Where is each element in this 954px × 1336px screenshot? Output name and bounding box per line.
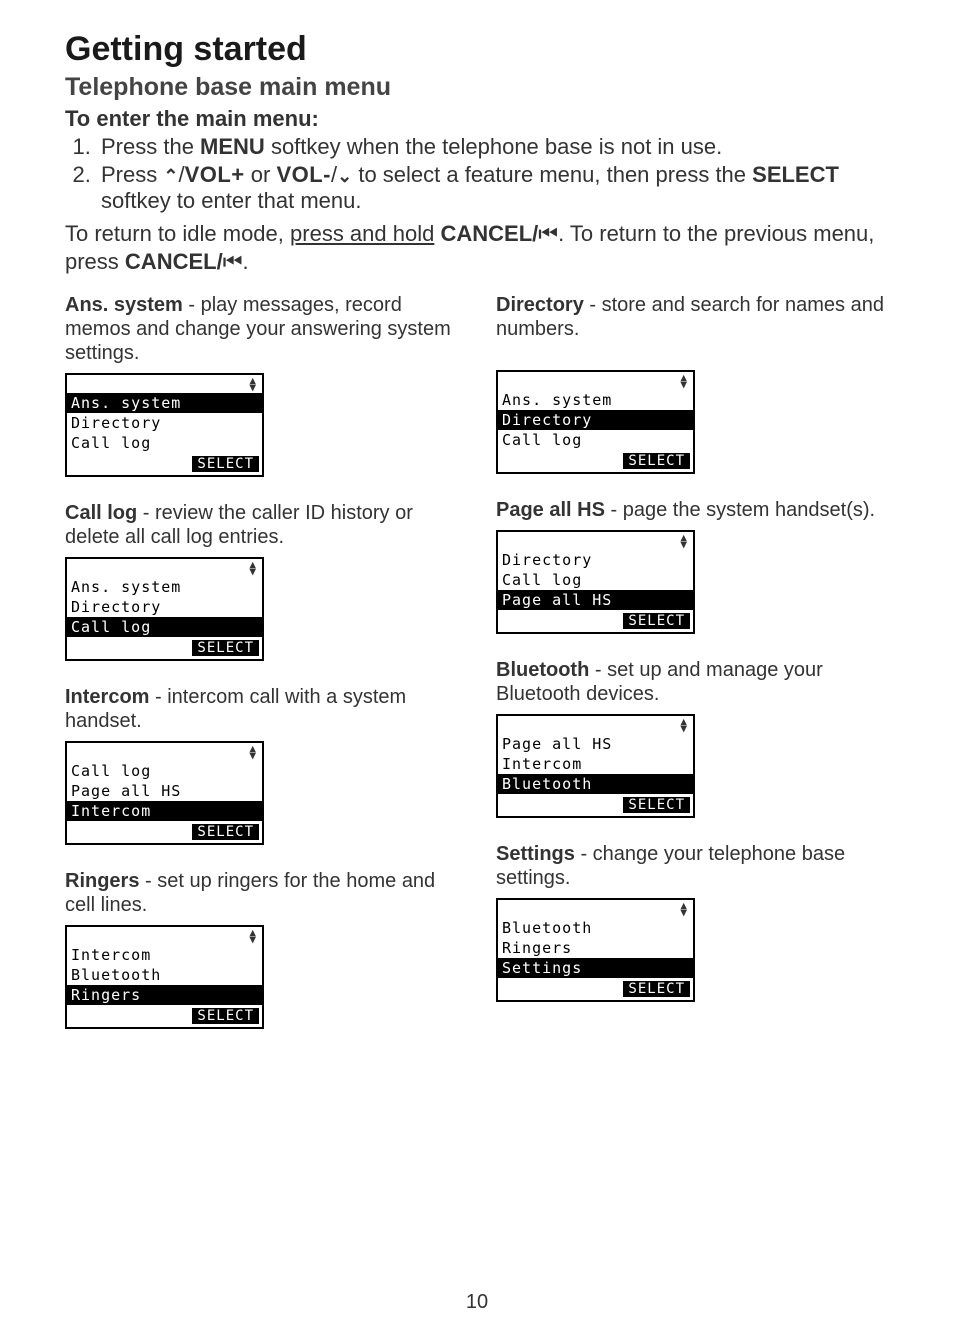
settings-desc: Settings - change your telephone base se…: [496, 842, 889, 890]
return-note: To return to idle mode, press and hold C…: [65, 220, 889, 275]
scroll-icon: ▲▼: [680, 902, 687, 916]
list-item: Bluetooth: [498, 774, 693, 794]
select-softkey: SELECT: [192, 456, 259, 472]
list-item: Ans. system: [498, 390, 693, 410]
lcd-ringers: ▲▼ Intercom Bluetooth Ringers SELECT: [65, 925, 264, 1029]
scroll-icon: ▲▼: [680, 534, 687, 548]
list-item: Page all HS: [498, 734, 693, 754]
lcd-call-log: ▲▼ Ans. system Directory Call log SELECT: [65, 557, 264, 661]
bluetooth-desc: Bluetooth - set up and manage your Bluet…: [496, 658, 889, 706]
lcd-directory: ▲▼ Ans. system Directory Call log SELECT: [496, 370, 695, 474]
scroll-icon: ▲▼: [249, 745, 256, 759]
list-item: Bluetooth: [67, 965, 262, 985]
page-title: Getting started: [65, 30, 889, 69]
list-item: Intercom: [67, 801, 262, 821]
list-item: Ringers: [67, 985, 262, 1005]
lcd-bluetooth: ▲▼ Page all HS Intercom Bluetooth SELECT: [496, 714, 695, 818]
list-item: Call log: [498, 430, 693, 450]
lcd-page-all-hs: ▲▼ Directory Call log Page all HS SELECT: [496, 530, 695, 634]
instruction-2: Press ⌃/VOL+ or VOL-/⌄ to select a featu…: [97, 162, 889, 214]
list-item: Page all HS: [498, 590, 693, 610]
list-item: Call log: [67, 761, 262, 781]
ans-system-desc: Ans. system - play messages, record memo…: [65, 293, 458, 365]
section-title: Telephone base main menu: [65, 73, 889, 102]
list-item: Bluetooth: [498, 918, 693, 938]
select-softkey: SELECT: [623, 797, 690, 813]
list-item: Directory: [498, 410, 693, 430]
call-log-desc: Call log - review the caller ID history …: [65, 501, 458, 549]
lcd-settings: ▲▼ Bluetooth Ringers Settings SELECT: [496, 898, 695, 1002]
ringers-desc: Ringers - set up ringers for the home an…: [65, 869, 458, 917]
scroll-icon: ▲▼: [680, 718, 687, 732]
lcd-ans-system: ▲▼ Ans. system Directory Call log SELECT: [65, 373, 264, 477]
down-arrow-icon: ⌄: [337, 166, 352, 186]
select-softkey: SELECT: [192, 640, 259, 656]
list-item: Ans. system: [67, 393, 262, 413]
rewind-icon: ⏮: [538, 221, 558, 246]
directory-desc: Directory - store and search for names a…: [496, 293, 889, 341]
list-item: Ans. system: [67, 577, 262, 597]
page-number: 10: [0, 1291, 954, 1314]
list-item: Intercom: [498, 754, 693, 774]
list-item: Settings: [498, 958, 693, 978]
list-item: Intercom: [67, 945, 262, 965]
scroll-icon: ▲▼: [249, 929, 256, 943]
up-arrow-icon: ⌃: [163, 166, 178, 186]
select-softkey: SELECT: [623, 613, 690, 629]
scroll-icon: ▲▼: [680, 374, 687, 388]
select-softkey: SELECT: [623, 981, 690, 997]
list-item: Directory: [67, 413, 262, 433]
instruction-1: Press the MENU softkey when the telephon…: [97, 134, 889, 160]
list-item: Directory: [67, 597, 262, 617]
select-softkey: SELECT: [623, 453, 690, 469]
list-item: Call log: [67, 617, 262, 637]
select-softkey: SELECT: [192, 824, 259, 840]
list-item: Call log: [498, 570, 693, 590]
select-softkey: SELECT: [192, 1008, 259, 1024]
list-item: Directory: [498, 550, 693, 570]
list-item: Call log: [67, 433, 262, 453]
scroll-icon: ▲▼: [249, 561, 256, 575]
rewind-icon: ⏮: [223, 249, 243, 274]
intercom-desc: Intercom - intercom call with a system h…: [65, 685, 458, 733]
instruction-list: Press the MENU softkey when the telephon…: [65, 134, 889, 214]
list-item: Page all HS: [67, 781, 262, 801]
scroll-icon: ▲▼: [249, 377, 256, 391]
subsection-title: To enter the main menu:: [65, 106, 889, 132]
list-item: Ringers: [498, 938, 693, 958]
lcd-intercom: ▲▼ Call log Page all HS Intercom SELECT: [65, 741, 264, 845]
page-all-hs-desc: Page all HS - page the system handset(s)…: [496, 498, 889, 522]
